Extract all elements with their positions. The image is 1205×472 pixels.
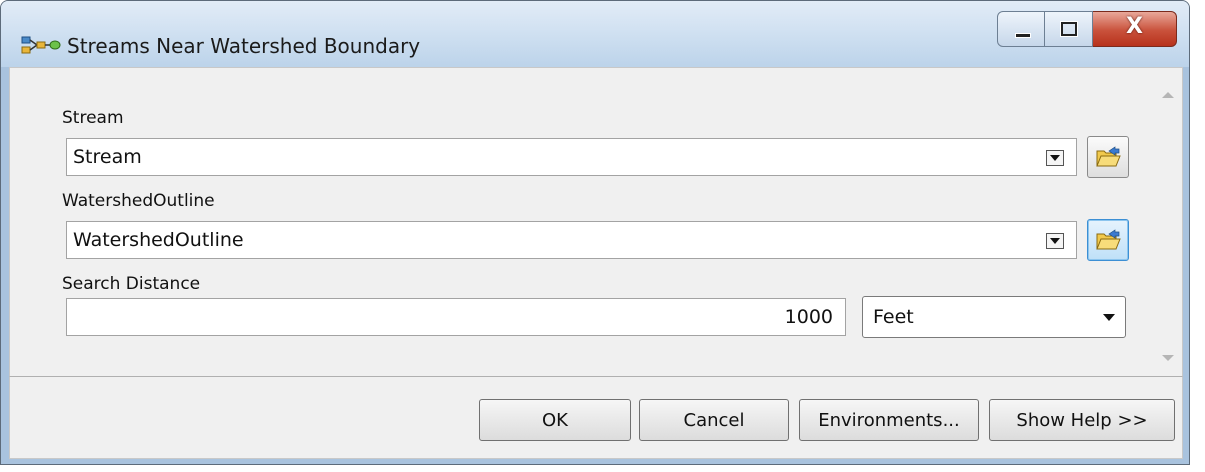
- watershed-dropdown[interactable]: WatershedOutline: [66, 221, 1077, 259]
- watershed-value: WatershedOutline: [73, 229, 244, 251]
- watershed-label: WatershedOutline: [62, 191, 215, 211]
- search-distance-value: 1000: [784, 306, 833, 328]
- minimize-icon: [1015, 33, 1031, 38]
- chevron-down-icon[interactable]: [1046, 150, 1064, 166]
- cancel-button[interactable]: Cancel: [639, 399, 789, 441]
- parameters-panel: Stream Stream WatershedOutline Watershed…: [9, 67, 1183, 377]
- scroll-down-icon[interactable]: [1162, 355, 1174, 361]
- tool-dialog-window: Streams Near Watershed Boundary X Stream…: [0, 0, 1190, 465]
- search-distance-label: Search Distance: [62, 274, 201, 294]
- minimize-button[interactable]: [997, 11, 1045, 47]
- show-help-button[interactable]: Show Help >>: [989, 399, 1175, 441]
- units-value: Feet: [873, 306, 914, 328]
- window-title: Streams Near Watershed Boundary: [67, 34, 421, 58]
- stream-value: Stream: [73, 146, 142, 168]
- stream-label: Stream: [62, 108, 124, 128]
- caption-buttons: X: [997, 11, 1177, 51]
- ok-button[interactable]: OK: [479, 399, 631, 441]
- watershed-browse-button[interactable]: [1087, 219, 1129, 261]
- chevron-down-icon: [1103, 314, 1115, 321]
- stream-dropdown[interactable]: Stream: [66, 138, 1077, 176]
- open-folder-icon: [1096, 146, 1121, 167]
- chevron-down-icon[interactable]: [1046, 233, 1064, 249]
- model-tool-icon: [21, 36, 61, 54]
- maximize-button[interactable]: [1045, 11, 1093, 47]
- scroll-up-icon[interactable]: [1162, 92, 1174, 98]
- stream-browse-button[interactable]: [1087, 136, 1129, 178]
- search-distance-input[interactable]: 1000: [66, 298, 846, 336]
- environments-button[interactable]: Environments...: [799, 399, 979, 441]
- units-dropdown[interactable]: Feet: [862, 296, 1126, 338]
- open-folder-icon: [1096, 229, 1121, 250]
- button-bar: OK Cancel Environments... Show Help >>: [9, 377, 1183, 459]
- title-bar[interactable]: Streams Near Watershed Boundary X: [1, 1, 1189, 67]
- maximize-icon: [1060, 21, 1078, 37]
- close-icon: X: [1126, 14, 1143, 39]
- close-button[interactable]: X: [1093, 11, 1177, 47]
